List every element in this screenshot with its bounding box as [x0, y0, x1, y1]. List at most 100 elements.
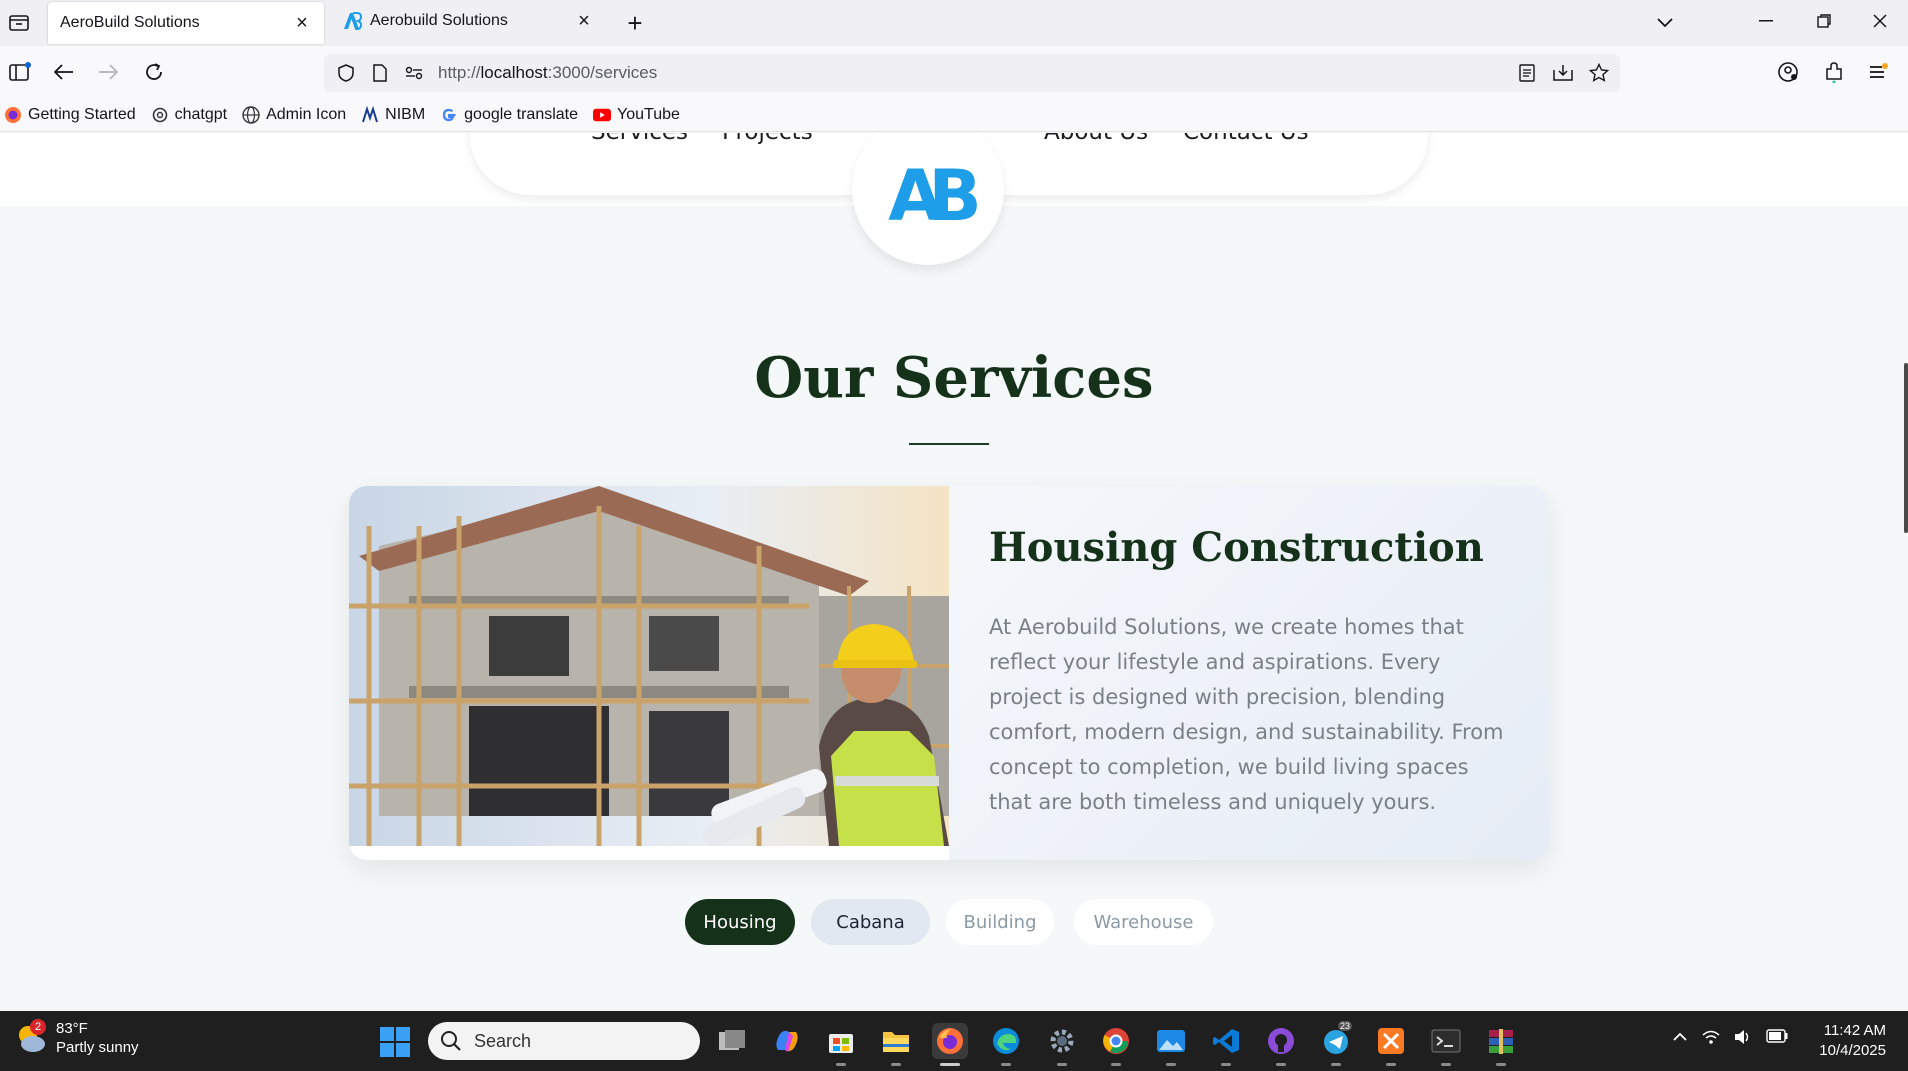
url-path: :3000/services — [547, 63, 658, 82]
nav-link-services[interactable]: Services — [591, 133, 688, 145]
windows-start-icon[interactable] — [378, 1025, 412, 1059]
tab-list-icon[interactable] — [6, 10, 32, 36]
housing-construction-image — [349, 486, 949, 847]
app-running-indicator — [1386, 1063, 1396, 1066]
nav-link-projects[interactable]: Projects — [722, 133, 813, 145]
bookmark-nibm[interactable]: NIBM — [361, 105, 426, 124]
microsoft-store-icon[interactable] — [823, 1023, 859, 1066]
web-page: Services Projects About Us Contact Us AB… — [0, 133, 1908, 1011]
file-explorer-icon[interactable] — [878, 1023, 914, 1066]
app-running-indicator — [1441, 1063, 1451, 1066]
category-tab-housing[interactable]: Housing — [685, 899, 795, 945]
vscode-icon[interactable] — [1208, 1023, 1244, 1066]
show-hidden-icons-chevron-icon[interactable] — [1672, 1029, 1688, 1050]
app-running-indicator — [1496, 1063, 1506, 1066]
category-tab-warehouse[interactable]: Warehouse — [1074, 899, 1213, 945]
taskbar-clock[interactable]: 11:42 AM 10/4/2025 — [1808, 1021, 1886, 1061]
clock-time: 11:42 AM — [1823, 1022, 1886, 1039]
battery-icon[interactable] — [1766, 1029, 1788, 1050]
github-desktop-icon[interactable] — [1263, 1023, 1299, 1066]
copilot-icon[interactable] — [769, 1023, 805, 1059]
app-menu-icon[interactable] — [1862, 56, 1894, 88]
taskbar: 2 83°F Partly sunny Search 23 11:42 AM 1… — [0, 1011, 1908, 1071]
nibm-icon — [361, 105, 379, 124]
bookmark-google-translate[interactable]: google translate — [440, 106, 578, 124]
save-to-pocket-icon[interactable] — [1550, 60, 1576, 86]
bookmark-getting-started[interactable]: Getting Started — [4, 106, 136, 124]
app-running-indicator — [1221, 1063, 1231, 1066]
reload-icon[interactable] — [138, 56, 170, 88]
taskbar-search[interactable]: Search — [428, 1022, 700, 1060]
minimize-icon[interactable] — [1746, 6, 1786, 36]
restore-icon[interactable] — [1804, 6, 1844, 36]
close-tab-icon[interactable]: × — [292, 12, 312, 34]
extensions-icon[interactable] — [1818, 56, 1850, 88]
service-description: At Aerobuild Solutions, we create homes … — [989, 615, 1504, 814]
settings-gear-icon[interactable] — [1044, 1023, 1080, 1066]
task-view-icon[interactable] — [714, 1023, 750, 1059]
app-running-indicator — [891, 1063, 901, 1066]
volume-icon[interactable] — [1734, 1029, 1752, 1050]
xampp-icon[interactable] — [1373, 1023, 1409, 1066]
app-running-indicator — [1111, 1063, 1121, 1066]
category-tab-cabana[interactable]: Cabana — [811, 899, 930, 945]
weather-badge: 2 — [30, 1019, 46, 1035]
tab-aerobuild-active[interactable]: AeroBuild Solutions × — [48, 2, 324, 44]
permissions-icon[interactable] — [402, 61, 426, 85]
telegram-icon[interactable]: 23 — [1318, 1021, 1354, 1066]
globe-icon — [242, 105, 260, 124]
list-all-tabs-icon[interactable] — [1650, 8, 1680, 38]
system-tray — [1672, 1029, 1788, 1050]
url-text: http://localhost:3000/services — [438, 63, 657, 83]
bookmark-admin-icon[interactable]: Admin Icon — [242, 106, 346, 124]
browser-toolbar: http://localhost:3000/services — [0, 46, 1908, 98]
shield-icon[interactable] — [334, 61, 358, 85]
winrar-icon[interactable] — [1483, 1023, 1519, 1066]
close-tab-icon[interactable]: × — [574, 10, 594, 32]
logo-text: AB — [888, 155, 981, 237]
window-close-icon[interactable] — [1860, 6, 1900, 36]
service-card-body: Housing Construction At Aerobuild Soluti… — [949, 486, 1549, 860]
nav-link-about[interactable]: About Us — [1044, 133, 1148, 145]
back-icon[interactable] — [48, 56, 80, 88]
search-icon — [441, 1031, 461, 1051]
chatgpt-icon — [151, 106, 169, 124]
account-icon[interactable] — [1772, 56, 1804, 88]
firefox-icon — [4, 106, 22, 124]
weather-temp: 83°F — [56, 1020, 88, 1037]
firefox-taskbar-icon[interactable] — [932, 1023, 968, 1066]
terminal-icon[interactable] — [1428, 1023, 1464, 1066]
site-logo[interactable]: AB — [852, 133, 1004, 265]
page-scrollbar[interactable] — [1904, 363, 1908, 533]
browser-tab-bar: AeroBuild Solutions × Aerobuild Solution… — [0, 0, 1908, 46]
page-icon[interactable] — [368, 61, 392, 85]
bookmark-chatgpt[interactable]: chatgpt — [151, 106, 227, 124]
clock-date: 10/4/2025 — [1819, 1042, 1886, 1059]
url-bar[interactable]: http://localhost:3000/services — [324, 54, 1620, 92]
category-tab-building[interactable]: Building — [946, 899, 1054, 945]
reader-view-icon[interactable] — [1514, 60, 1540, 86]
bookmark-label: Getting Started — [28, 105, 136, 123]
bookmark-label: NIBM — [385, 105, 426, 123]
new-tab-icon[interactable]: + — [620, 8, 650, 38]
bookmarks-bar: Getting Started chatgpt Admin Icon NIBM … — [0, 98, 1908, 132]
app-running-indicator — [1166, 1063, 1176, 1066]
edge-icon[interactable] — [988, 1023, 1024, 1066]
nav-link-contact[interactable]: Contact Us — [1183, 133, 1309, 145]
sidebar-icon[interactable] — [4, 56, 36, 88]
bookmark-youtube[interactable]: YouTube — [593, 106, 680, 124]
forward-icon[interactable] — [92, 56, 124, 88]
bookmark-star-icon[interactable] — [1586, 60, 1612, 86]
wifi-icon[interactable] — [1702, 1029, 1720, 1050]
image-strip — [349, 846, 949, 860]
bookmark-label: google translate — [464, 105, 579, 123]
weather-widget[interactable]: 2 83°F Partly sunny — [14, 1019, 139, 1057]
photos-icon[interactable] — [1153, 1023, 1189, 1066]
tab-title: Aerobuild Solutions — [370, 12, 508, 29]
bookmark-label: chatgpt — [174, 105, 228, 123]
chrome-icon[interactable] — [1098, 1023, 1134, 1066]
partly-sunny-icon: 2 — [14, 1019, 48, 1055]
tab-aerobuild[interactable]: Aerobuild Solutions × — [330, 0, 606, 42]
weather-condition: Partly sunny — [56, 1039, 139, 1056]
app-active-indicator — [940, 1063, 960, 1066]
